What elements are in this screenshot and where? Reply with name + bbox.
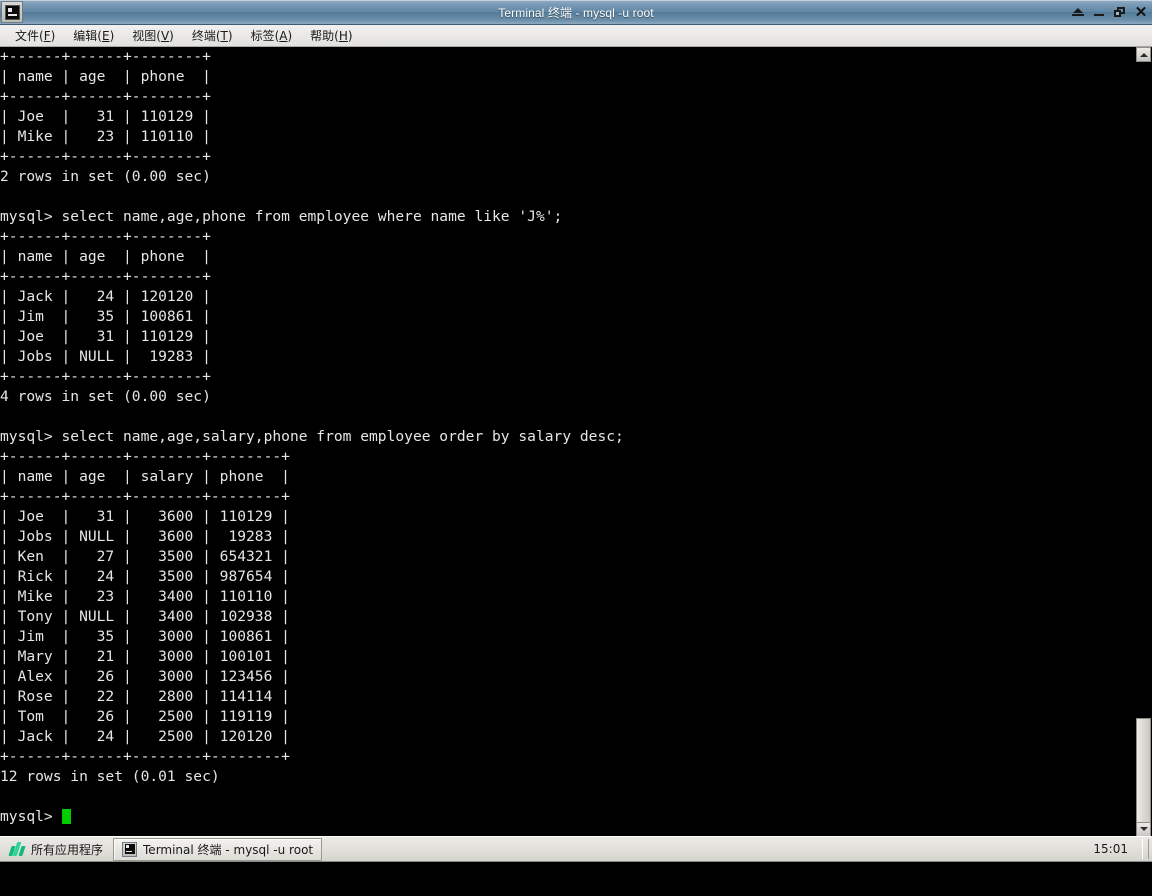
taskbar: 所有应用程序 Terminal 终端 - mysql -u root 15:01 <box>0 836 1152 862</box>
text-cursor <box>61 809 71 824</box>
task-button-label: Terminal 终端 - mysql -u root <box>143 842 314 857</box>
terminal-line: | name | age | phone | <box>0 68 211 85</box>
terminal-line: | Rick | 24 | 3500 | 987654 | <box>0 568 290 585</box>
terminal-line: | Joe | 31 | 110129 | <box>0 108 211 125</box>
terminal-line: | Tony | NULL | 3400 | 102938 | <box>0 608 290 625</box>
terminal-body: +------+------+--------+ | name | age | p… <box>0 47 1152 840</box>
maximize-button[interactable] <box>1113 4 1127 20</box>
terminal-line: | Alex | 26 | 3000 | 123456 | <box>0 668 290 685</box>
clock: 15:01 <box>1093 842 1128 856</box>
terminal-line: +------+------+--------+--------+ <box>0 488 290 505</box>
terminal-line: 4 rows in set (0.00 sec) <box>0 388 211 405</box>
terminal-output[interactable]: +------+------+--------+ | name | age | p… <box>0 47 1135 837</box>
desktop-background <box>0 862 1152 896</box>
terminal-line: | Mary | 21 | 3000 | 100101 | <box>0 648 290 665</box>
terminal-line: | name | age | salary | phone | <box>0 468 290 485</box>
terminal-line: | Jim | 35 | 100861 | <box>0 308 211 325</box>
terminal-line: +------+------+--------+ <box>0 268 211 285</box>
scroll-up-button[interactable] <box>1136 47 1151 62</box>
terminal-line: | Ken | 27 | 3500 | 654321 | <box>0 548 290 565</box>
terminal-line: | Jobs | NULL | 3600 | 19283 | <box>0 528 290 545</box>
prompt-label: mysql> <box>0 808 62 825</box>
menu-item-tabs[interactable]: 标签(A) <box>242 25 302 46</box>
taskbar-grip[interactable] <box>1142 839 1149 859</box>
title-bar[interactable]: Terminal 终端 - mysql -u root ✕ <box>0 0 1152 25</box>
shade-button[interactable] <box>1071 4 1085 20</box>
terminal-line: mysql> select name,age,salary,phone from… <box>0 428 624 445</box>
minimize-button[interactable] <box>1092 4 1106 20</box>
scroll-down-button[interactable] <box>1136 822 1151 837</box>
scrollbar-track[interactable] <box>1136 63 1151 840</box>
terminal-window: Terminal 终端 - mysql -u root ✕ 文件(F) 编辑(E… <box>0 0 1152 840</box>
terminal-line: | Jack | 24 | 2500 | 120120 | <box>0 728 290 745</box>
terminal-line: 12 rows in set (0.01 sec) <box>0 768 220 785</box>
terminal-line: +------+------+--------+--------+ <box>0 748 290 765</box>
all-applications-label: 所有应用程序 <box>31 842 104 857</box>
close-icon[interactable]: ✕ <box>1134 4 1148 20</box>
terminal-line: | Jobs | NULL | 19283 | <box>0 348 211 365</box>
window-title: Terminal 终端 - mysql -u root <box>498 5 654 20</box>
terminal-line: 2 rows in set (0.00 sec) <box>0 168 211 185</box>
terminal-line: | Mike | 23 | 110110 | <box>0 128 211 145</box>
terminal-line: | name | age | phone | <box>0 248 211 265</box>
menu-bar: 文件(F) 编辑(E) 视图(V) 终端(T) 标签(A) 帮助(H) <box>0 25 1152 47</box>
menu-item-edit[interactable]: 编辑(E) <box>64 25 123 46</box>
menu-item-help[interactable]: 帮助(H) <box>301 25 361 46</box>
terminal-line: +------+------+--------+ <box>0 148 211 165</box>
applications-icon <box>8 841 26 857</box>
terminal-line: | Tom | 26 | 2500 | 119119 | <box>0 708 290 725</box>
terminal-line: | Jim | 35 | 3000 | 100861 | <box>0 628 290 645</box>
terminal-line: | Joe | 31 | 110129 | <box>0 328 211 345</box>
terminal-prompt-line[interactable]: mysql> <box>0 807 1135 827</box>
terminal-line: mysql> select name,age,phone from employ… <box>0 208 563 225</box>
menu-item-view[interactable]: 视图(V) <box>123 25 183 46</box>
window-controls: ✕ <box>1071 0 1148 24</box>
window-list: Terminal 终端 - mysql -u root <box>113 837 1093 861</box>
terminal-line: +------+------+--------+ <box>0 48 211 65</box>
terminal-line: +------+------+--------+ <box>0 88 211 105</box>
terminal-line: | Joe | 31 | 3600 | 110129 | <box>0 508 290 525</box>
terminal-icon <box>1 1 23 23</box>
menu-item-terminal[interactable]: 终端(T) <box>183 25 242 46</box>
terminal-line: +------+------+--------+ <box>0 368 211 385</box>
terminal-scrollbar[interactable] <box>1134 47 1152 840</box>
all-applications-button[interactable]: 所有应用程序 <box>0 837 113 861</box>
terminal-line: | Rose | 22 | 2800 | 114114 | <box>0 688 290 705</box>
terminal-line: | Mike | 23 | 3400 | 110110 | <box>0 588 290 605</box>
terminal-line: | Jack | 24 | 120120 | <box>0 288 211 305</box>
terminal-line: +------+------+--------+--------+ <box>0 448 290 465</box>
terminal-line: +------+------+--------+ <box>0 228 211 245</box>
terminal-icon <box>122 841 138 857</box>
task-button-terminal[interactable]: Terminal 终端 - mysql -u root <box>113 837 323 861</box>
menu-item-file[interactable]: 文件(F) <box>6 25 64 46</box>
